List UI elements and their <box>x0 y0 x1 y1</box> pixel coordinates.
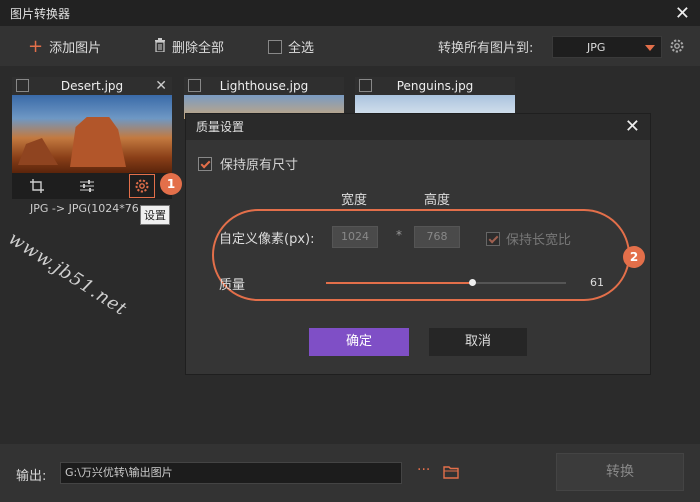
select-all-label: 全选 <box>288 41 315 56</box>
browse-more-button[interactable]: ··· <box>417 462 430 478</box>
convert-button[interactable]: 转换 <box>556 453 684 491</box>
keep-size-box[interactable] <box>198 156 212 171</box>
add-images-button[interactable]: + 添加图片 <box>28 37 101 56</box>
keep-ratio-checkbox[interactable]: 保持长宽比 <box>486 229 571 248</box>
remove-card-icon[interactable]: ✕ <box>155 77 167 95</box>
convert-all-label: 转换所有图片到: <box>438 41 534 56</box>
keep-ratio-label: 保持长宽比 <box>506 233 572 248</box>
cancel-button[interactable]: 取消 <box>429 328 527 356</box>
format-dropdown[interactable]: JPG <box>552 36 662 58</box>
card-header: Penguins.jpg <box>355 77 515 95</box>
crop-icon[interactable] <box>29 178 45 194</box>
card-header: Lighthouse.jpg <box>184 77 344 95</box>
card-checkbox[interactable] <box>359 79 372 92</box>
keep-ratio-box[interactable] <box>486 231 500 246</box>
step-badge-1: 1 <box>160 173 182 195</box>
select-all-checkbox[interactable]: 全选 <box>268 37 314 56</box>
quality-label: 质量 <box>219 278 246 293</box>
times-sign: * <box>396 228 402 242</box>
quality-settings-dialog: 质量设置 ✕ 保持原有尺寸 宽度 高度 2 自定义像素(px): 1024 * … <box>185 113 651 375</box>
image-card-desert[interactable]: Desert.jpg ✕ <box>12 77 172 199</box>
card-settings-button[interactable] <box>129 174 155 198</box>
window-title: 图片转换器 <box>10 6 71 21</box>
card-toolbar <box>12 173 172 199</box>
output-path-field[interactable]: G:\万兴优转\输出图片 <box>60 462 402 484</box>
custom-pixels-label: 自定义像素(px): <box>219 232 315 247</box>
card-header: Desert.jpg ✕ <box>12 77 172 95</box>
quality-slider-fill <box>326 282 473 284</box>
trash-icon <box>154 37 166 56</box>
plus-icon: + <box>28 35 44 57</box>
card-filename: Lighthouse.jpg <box>219 79 309 93</box>
window-close-icon[interactable]: ✕ <box>675 3 690 24</box>
format-value: JPG <box>587 40 606 54</box>
height-header: 高度 <box>424 193 451 208</box>
dialog-title: 质量设置 <box>186 114 650 140</box>
width-input[interactable]: 1024 <box>332 226 378 248</box>
ok-button[interactable]: 确定 <box>309 328 409 356</box>
desert-thumbnail <box>12 95 172 173</box>
output-label: 输出: <box>16 469 47 484</box>
highlight-oval <box>212 209 630 301</box>
select-all-box[interactable] <box>268 39 282 54</box>
card-filename: Penguins.jpg <box>396 79 474 93</box>
card-conversion-info: JPG -> JPG(1024*76 <box>30 202 139 215</box>
card-filename: Desert.jpg <box>60 79 124 93</box>
adjust-icon[interactable] <box>79 178 95 194</box>
card-checkbox[interactable] <box>188 79 201 92</box>
add-images-label: 添加图片 <box>49 41 102 56</box>
dialog-close-icon[interactable]: ✕ <box>625 116 640 137</box>
folder-icon[interactable] <box>443 465 459 479</box>
height-input[interactable]: 768 <box>414 226 460 248</box>
watermark-text: www.jb51.net <box>4 228 131 321</box>
card-checkbox[interactable] <box>16 79 29 92</box>
gear-icon[interactable] <box>669 38 685 54</box>
delete-all-label: 删除全部 <box>172 41 225 56</box>
settings-tooltip: 设置 <box>140 205 170 225</box>
delete-all-button[interactable]: 删除全部 <box>154 37 224 56</box>
settings-gear-icon <box>135 179 149 193</box>
step-badge-2: 2 <box>623 246 645 268</box>
quality-value: 61 <box>590 276 604 289</box>
keep-original-size-checkbox[interactable]: 保持原有尺寸 <box>198 154 298 173</box>
keep-size-label: 保持原有尺寸 <box>220 158 299 173</box>
output-bar: 输出: G:\万兴优转\输出图片 ··· 转换 <box>0 444 700 502</box>
dropdown-arrow-icon <box>645 45 655 51</box>
title-bar: 图片转换器 ✕ <box>0 0 700 26</box>
width-header: 宽度 <box>341 193 368 208</box>
quality-slider[interactable] <box>326 279 566 286</box>
